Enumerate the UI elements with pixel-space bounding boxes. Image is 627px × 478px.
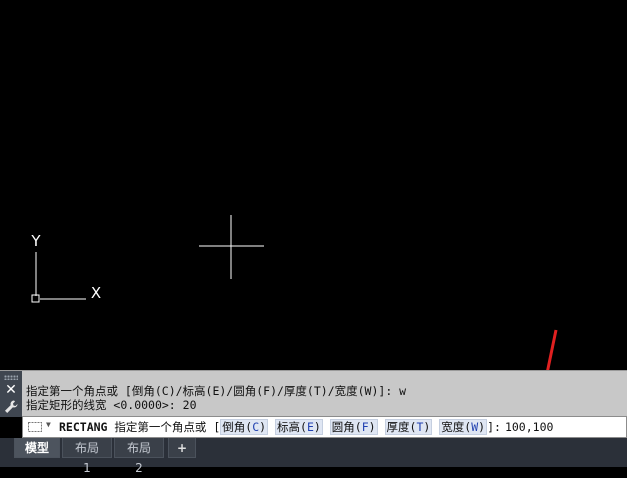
crosshair-cursor — [199, 215, 264, 279]
chevron-down-icon[interactable]: ▼ — [46, 420, 51, 429]
command-prompt: RECTANG 指定第一个角点或 [倒角(C) 标高(E) 圆角(F) 厚度(T… — [59, 419, 553, 435]
command-name: RECTANG — [59, 420, 108, 434]
option-elevation[interactable]: 标高(E) — [275, 419, 323, 435]
history-line: 指定第一个角点或 [倒角(C)/标高(E)/圆角(F)/厚度(T)/宽度(W)]… — [26, 384, 407, 398]
option-width[interactable]: 宽度(W) — [439, 419, 488, 435]
command-input[interactable]: 100,100 — [505, 420, 553, 434]
option-label: 宽度 — [441, 420, 465, 434]
grip-dots-icon[interactable] — [4, 375, 18, 380]
option-key: E — [306, 420, 314, 434]
panel-grip[interactable]: ✕ — [0, 371, 22, 417]
command-history-panel: ✕ 指定第一个角点或 [倒角(C)/标高(E)/圆角(F)/厚度(T)/宽度(W… — [0, 370, 627, 417]
ucs-icon: Y X — [30, 232, 101, 303]
tab-model[interactable]: 模型 — [14, 438, 60, 458]
option-label: 圆角 — [331, 420, 355, 434]
rectangle-command-icon[interactable] — [27, 421, 45, 433]
option-label: 标高 — [277, 420, 301, 434]
bracket-close: ]: — [487, 420, 501, 434]
option-key: F — [361, 420, 369, 434]
option-label: 倒角 — [222, 420, 246, 434]
tab-layout2[interactable]: 布局2 — [114, 438, 164, 475]
option-label: 厚度 — [386, 420, 410, 434]
add-layout-tab[interactable]: + — [168, 438, 196, 458]
option-key: C — [252, 420, 260, 434]
tab-layout1[interactable]: 布局1 — [62, 438, 112, 475]
option-fillet[interactable]: 圆角(F) — [329, 419, 378, 435]
close-icon[interactable]: ✕ — [4, 383, 18, 397]
annotation-arrow — [546, 329, 558, 370]
option-key: W — [471, 420, 479, 434]
ucs-y-label: Y — [30, 232, 41, 250]
option-key: T — [416, 420, 424, 434]
prompt-text: 指定第一个角点或 — [114, 420, 207, 434]
history-line: 指定矩形的线宽 <0.0000>: 20 — [26, 398, 197, 412]
option-chamfer[interactable]: 倒角(C) — [220, 419, 269, 435]
wrench-icon[interactable] — [3, 399, 19, 415]
ucs-x-label: X — [91, 284, 101, 302]
canvas-graphics: Y X — [30, 215, 558, 370]
drawing-canvas[interactable]: Y X — [0, 0, 627, 370]
command-line[interactable]: ▼ RECTANG 指定第一个角点或 [倒角(C) 标高(E) 圆角(F) 厚度… — [22, 416, 627, 438]
option-thickness[interactable]: 厚度(T) — [384, 419, 433, 435]
layout-tabs: 模型 布局1 布局2 + — [0, 438, 627, 475]
